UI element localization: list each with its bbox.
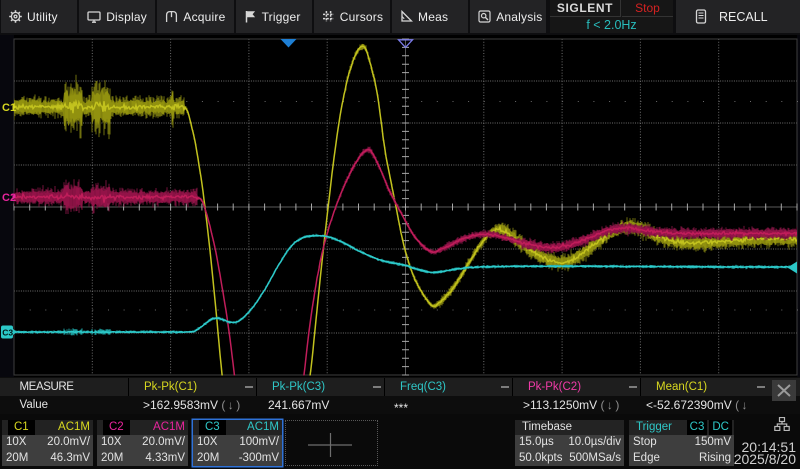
svg-text:C3: C3 xyxy=(2,328,13,338)
